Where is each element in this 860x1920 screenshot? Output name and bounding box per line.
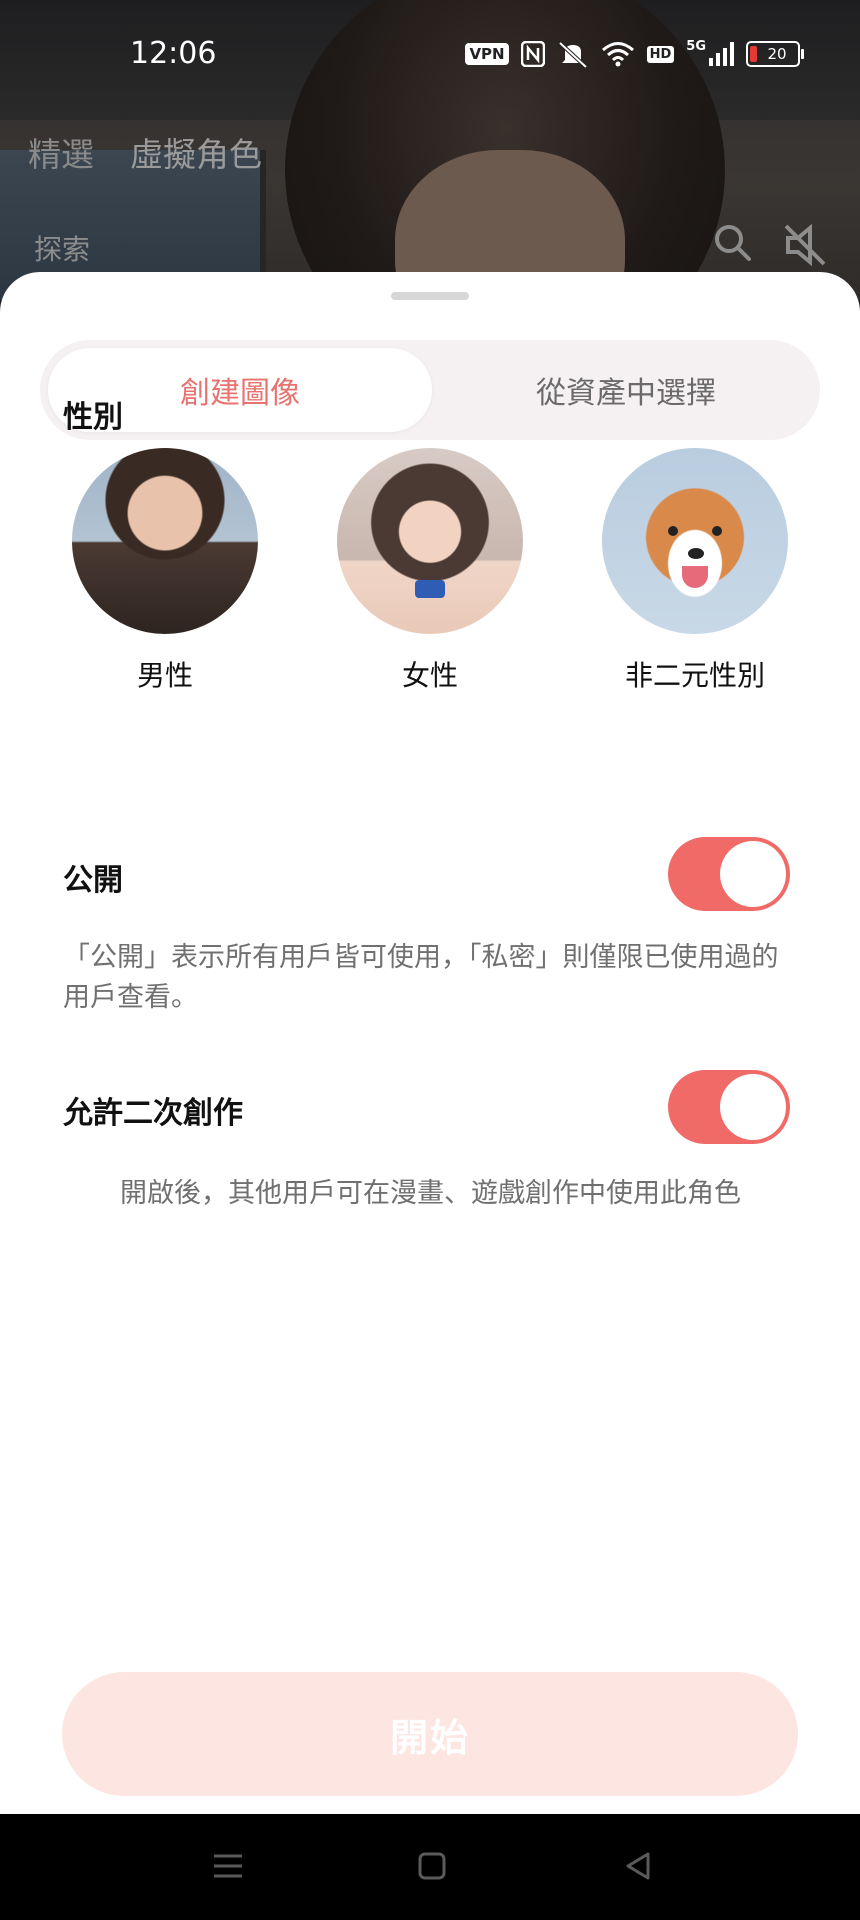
sheet-drag-handle[interactable] [391, 292, 469, 300]
gender-option-nonbinary[interactable]: 非二元性別 [585, 448, 805, 694]
battery-percent: 20 [767, 45, 787, 63]
home-icon[interactable] [412, 1846, 452, 1886]
derivative-toggle-knob [720, 1074, 786, 1140]
bow-tie [415, 580, 445, 598]
public-toggle[interactable] [668, 837, 790, 911]
battery-level [750, 46, 757, 62]
public-row: 公開 [63, 837, 790, 911]
silent-bell-icon [558, 41, 587, 68]
menu-icon[interactable] [208, 1846, 248, 1886]
signal-icon [709, 42, 734, 66]
status-icons: VPN HD 5G 20 [465, 38, 804, 68]
vpn-icon: VPN [465, 43, 509, 65]
nfc-icon [520, 41, 545, 67]
wifi-icon [601, 42, 634, 67]
public-description: 「公開」表示所有用戶皆可使用，「私密」則僅限已使用過的用戶查看。 [63, 942, 779, 1013]
bg-tab-virtual-character: 虛擬角色 [130, 135, 262, 174]
derivative-description: 開啟後，其他用戶可在漫畫、遊戲創作中使用此角色 [120, 1178, 741, 1209]
mute-icon [784, 223, 826, 267]
gender-section-title: 性別 [63, 400, 123, 435]
battery-icon: 20 [746, 41, 804, 67]
derivative-toggle[interactable] [668, 1070, 790, 1144]
dog-avatar [602, 448, 788, 634]
public-label: 公開 [63, 863, 123, 898]
gender-option-male[interactable]: 男性 [55, 448, 275, 694]
gender-option-female[interactable]: 女性 [320, 448, 540, 694]
dog-eye-left [668, 526, 678, 536]
derivative-label: 允許二次創作 [63, 1096, 243, 1131]
gender-label-female: 女性 [401, 659, 458, 692]
status-time: 12:06 [130, 36, 217, 71]
derivative-row: 允許二次創作 [63, 1070, 790, 1144]
search-icon [715, 225, 751, 261]
image-source-segmented-control: 創建圖像 從資產中選擇 [40, 340, 820, 440]
start-button[interactable]: 開始 [62, 1672, 798, 1796]
dog-eye-right [712, 526, 722, 536]
female-avatar [337, 448, 523, 634]
gender-label-male: 男性 [136, 659, 193, 692]
dog-nose [688, 548, 704, 559]
dog-tongue [682, 566, 708, 588]
gender-options: 男性 女性 非二元性別 [0, 448, 860, 698]
bg-tab-featured: 精選 [28, 135, 94, 174]
gender-label-nonbinary: 非二元性別 [624, 659, 765, 692]
back-icon[interactable] [618, 1846, 658, 1886]
network-label: 5G [686, 38, 706, 54]
tab-choose-from-assets[interactable]: 從資產中選擇 [440, 348, 812, 432]
status-bar: 12:06 VPN HD 5G 20 [0, 0, 860, 110]
bg-explore-label: 探索 [34, 233, 91, 266]
male-avatar [72, 448, 258, 634]
system-navigation-bar [0, 1814, 860, 1920]
hd-icon: HD [646, 45, 675, 63]
public-toggle-knob [720, 841, 786, 907]
create-character-sheet: 創建圖像 從資產中選擇 性別 男性 女性 非二元性別 公開 「公開」表示所有用戶… [0, 272, 860, 1814]
